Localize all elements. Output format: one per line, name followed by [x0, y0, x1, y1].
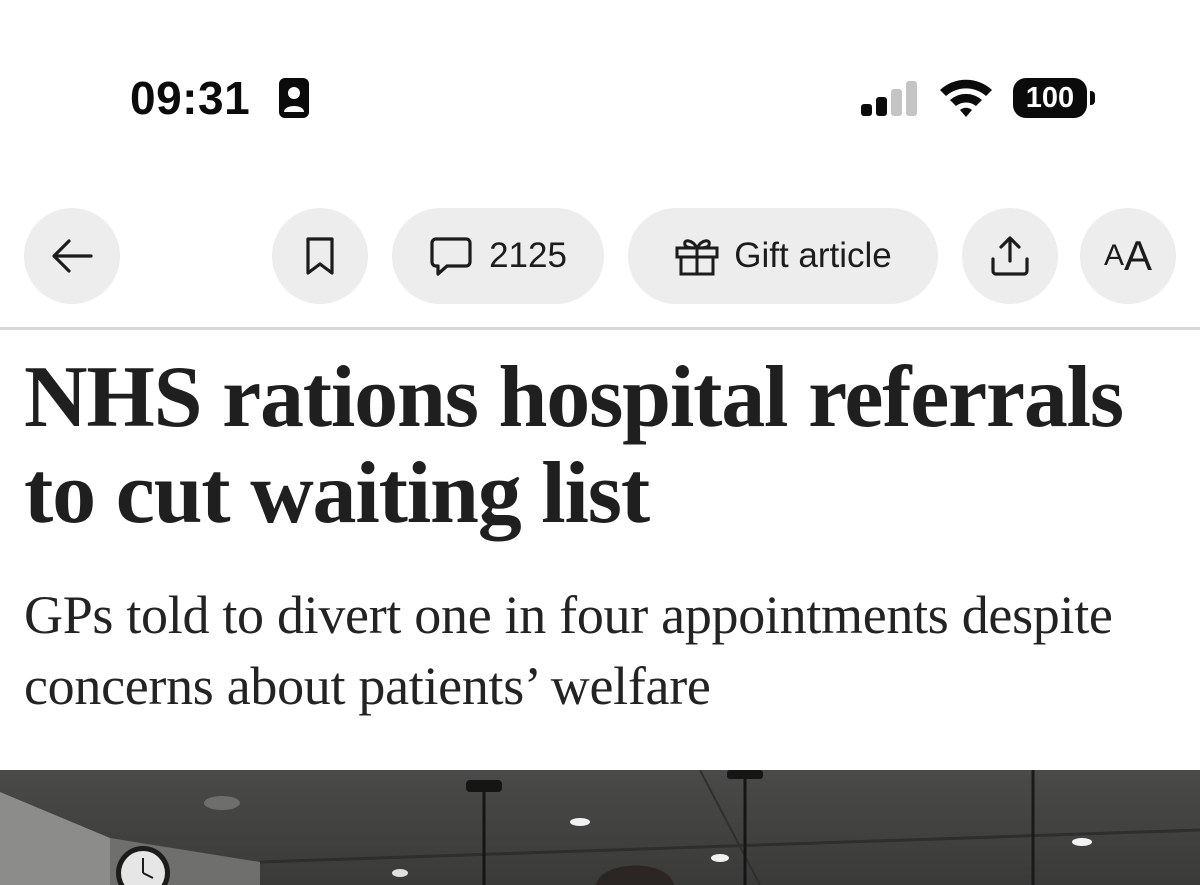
bookmark-button[interactable]: [272, 208, 368, 304]
gift-article-label: Gift article: [734, 236, 892, 275]
article-hero-image[interactable]: [0, 770, 1200, 885]
bookmark-icon: [306, 237, 334, 275]
back-button[interactable]: [24, 208, 120, 304]
gift-article-button[interactable]: Gift article: [628, 208, 938, 304]
comments-button[interactable]: 2125: [392, 208, 604, 304]
gift-icon: [675, 239, 719, 276]
battery-body: 100: [1013, 78, 1087, 118]
battery-icon: 100: [1013, 78, 1095, 118]
toolbar-divider: [0, 327, 1200, 330]
text-size-small-glyph: A: [1103, 239, 1124, 272]
contact-badge-icon: [279, 78, 309, 118]
share-icon: [991, 236, 1029, 276]
status-bar: 09:31 100: [0, 0, 1200, 170]
comments-count: 2125: [489, 236, 567, 275]
text-size-large-glyph: A: [1124, 232, 1153, 279]
speech-bubble-icon: [430, 237, 472, 276]
arrow-left-icon: [52, 239, 93, 273]
text-size-button[interactable]: A A: [1080, 208, 1176, 304]
status-time: 09:31: [130, 72, 251, 124]
battery-cap: [1090, 91, 1095, 105]
cellular-signal-icon: [861, 81, 917, 116]
hero-image-illustration: [0, 770, 1200, 885]
wifi-icon: [940, 79, 992, 117]
article-headline: NHS rations hospital referrals to cut wa…: [24, 349, 1124, 542]
article-subheadline: GPs told to divert one in four appointme…: [24, 585, 1113, 716]
battery-level: 100: [1025, 82, 1075, 114]
article-toolbar: 2125 Gift article A A: [0, 208, 1200, 306]
share-button[interactable]: [962, 208, 1058, 304]
